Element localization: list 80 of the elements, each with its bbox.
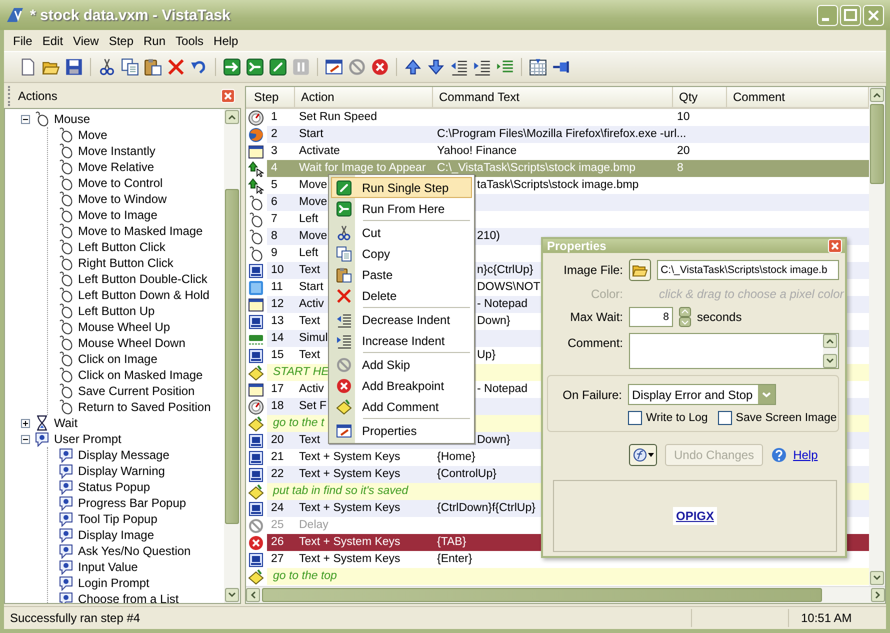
table-cell: - Notepad — [477, 383, 528, 395]
table-cell: Activ — [299, 383, 324, 395]
checkbox-label: Write to Log — [646, 412, 708, 424]
clock-text: 10:51 AM — [801, 611, 852, 625]
table-cell: Left — [299, 213, 318, 225]
step-number: 9 — [271, 247, 278, 259]
preview-text: OPIGX — [672, 507, 717, 525]
step-number: 3 — [271, 145, 278, 157]
table-cell: {ControlUp} — [437, 468, 496, 480]
step-number: 18 — [271, 400, 284, 412]
table-cell: Down} — [477, 315, 510, 327]
table-cell: 210) — [477, 230, 500, 242]
field-label: Comment: — [566, 335, 623, 350]
step-number: 22 — [271, 468, 284, 480]
table-cell: Text + System Keys — [299, 451, 400, 463]
table-cell: Text + System Keys — [299, 502, 400, 514]
table-cell: Left — [299, 247, 318, 259]
step-number: 25 — [271, 519, 284, 531]
table-cell: {CtrlDown}f{CtrlUp} — [437, 502, 536, 514]
step-number: 21 — [271, 451, 284, 463]
table-cell: Text — [299, 264, 320, 276]
step-number: 10 — [271, 264, 284, 276]
table-cell: Activ — [299, 298, 324, 310]
table-cell: Text — [299, 349, 320, 361]
table-cell: Delay — [299, 519, 328, 531]
table-cell: DOWS\NOT — [477, 281, 540, 293]
step-number: 15 — [271, 349, 284, 361]
panel-title: Actions — [18, 89, 58, 103]
table-cell: Move — [299, 196, 328, 208]
table-cell: {Enter} — [437, 553, 472, 565]
step-number: 1 — [271, 111, 278, 123]
table-cell: Start — [299, 128, 324, 140]
field-label: On Failure: — [562, 388, 622, 402]
step-number: 20 — [271, 434, 284, 446]
unit-text: seconds — [697, 310, 742, 324]
table-cell: Yahoo! Finance — [437, 145, 517, 157]
step-number: 11 — [271, 281, 283, 293]
table-cell: Set Run Speed — [299, 111, 378, 123]
table-cell: Text + System Keys — [299, 536, 400, 548]
step-number: 2 — [271, 128, 278, 140]
table-cell: 8 — [677, 162, 684, 174]
table-cell: {TAB} — [437, 536, 466, 548]
step-number: 13 — [271, 315, 284, 327]
table-cell: 10 — [677, 111, 690, 123]
table-cell: Up} — [477, 349, 496, 361]
status-text: Successfully ran step #4 — [10, 611, 140, 625]
table-cell: 20 — [677, 145, 690, 157]
step-number: 6 — [271, 196, 278, 208]
table-cell: Start — [299, 281, 324, 293]
table-cell: Wait for Image to Appear — [299, 162, 426, 174]
table-cell: taTask\Scripts\stock image.bmp — [477, 179, 639, 191]
table-cell: C:\Program Files\Mozilla Firefox\firefox.exe -url... — [437, 128, 686, 140]
step-number: 8 — [271, 230, 278, 242]
table-cell: - Notepad — [477, 298, 528, 310]
table-cell: C:\_VistaTask\Scripts\stock image.bmp — [437, 162, 636, 174]
table-cell: Text + System Keys — [299, 553, 400, 565]
step-number: 7 — [271, 213, 278, 225]
field-label: Image File: — [562, 263, 623, 277]
table-cell: {Home} — [437, 451, 476, 463]
table-cell: Text — [299, 434, 320, 446]
table-cell: Set F — [299, 400, 326, 412]
table-cell: Activate — [299, 145, 340, 157]
table-cell: Text — [299, 315, 320, 327]
step-number: 27 — [271, 553, 284, 565]
step-number: 26 — [271, 536, 284, 548]
step-number: 12 — [271, 298, 284, 310]
checkbox-label: Save Screen Image — [736, 412, 837, 424]
table-cell: n}c{CtrlUp} — [477, 264, 534, 276]
step-number: 14 — [271, 332, 284, 344]
table-cell: Simul — [299, 332, 328, 344]
step-number: 4 — [271, 162, 278, 174]
window-title: * stock data.vxm - VistaTask — [30, 6, 232, 24]
table-cell: Text + System Keys — [299, 468, 400, 480]
table-cell: Move — [299, 179, 328, 191]
table-cell: Move — [299, 230, 328, 242]
table-cell: Down} — [477, 434, 510, 446]
step-number: 5 — [271, 179, 278, 191]
step-number: 17 — [271, 383, 284, 395]
field-label: Max Wait: — [569, 310, 623, 324]
step-number: 24 — [271, 502, 284, 514]
